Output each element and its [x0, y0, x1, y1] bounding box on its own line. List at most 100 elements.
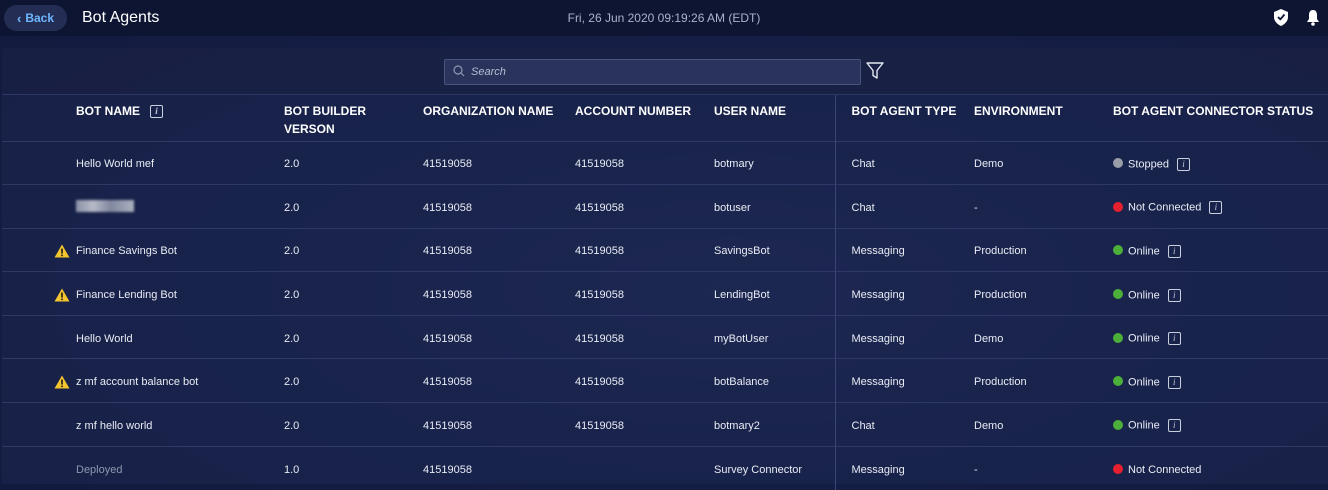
account-cell: 41519058 [575, 315, 714, 359]
column-header-environment[interactable]: ENVIRONMENT [974, 95, 1113, 141]
bot-name-cell[interactable]: Hello World [2, 315, 284, 359]
status-dot [1113, 376, 1123, 386]
shield-icon[interactable] [1274, 9, 1288, 26]
organization-cell: 41519058 [423, 141, 575, 185]
status-dot [1113, 158, 1123, 168]
status-cell: Not Connected [1113, 446, 1328, 490]
search-row [2, 48, 1328, 95]
organization-cell: 41519058 [423, 185, 575, 229]
status-cell: Onlinei [1113, 272, 1328, 316]
bell-icon[interactable] [1306, 9, 1320, 26]
status-label: Online [1128, 289, 1160, 301]
table-row[interactable]: Hello World2.04151905841519058myBotUserM… [2, 315, 1328, 359]
status-dot [1113, 420, 1123, 430]
environment-cell: Demo [974, 141, 1113, 185]
builder-version-cell: 2.0 [284, 359, 423, 403]
info-icon[interactable]: i [1177, 158, 1190, 171]
status-label: Online [1128, 376, 1160, 388]
status-label: Online [1128, 420, 1160, 432]
table-row[interactable]: Finance Savings Bot2.04151905841519058Sa… [2, 228, 1328, 272]
search-box[interactable] [444, 59, 861, 85]
column-label: BOT BUILDER [284, 104, 366, 118]
environment-cell: Production [974, 359, 1113, 403]
agent-type-cell: Chat [835, 185, 974, 229]
column-header-user[interactable]: USER NAME [714, 95, 835, 141]
table-row[interactable]: z mf hello world2.04151905841519058botma… [2, 403, 1328, 447]
table-row[interactable]: Deployed1.041519058Survey ConnectorMessa… [2, 446, 1328, 490]
status-cell: Onlinei [1113, 359, 1328, 403]
column-header-status[interactable]: BOT AGENT CONNECTOR STATUS [1113, 95, 1328, 141]
bot-name-cell[interactable]: z mf account balance bot [2, 359, 284, 403]
user-name-cell: botBalance [714, 359, 835, 403]
status-label: Not Connected [1128, 464, 1201, 476]
bot-name-cell[interactable]: Deployed [2, 446, 284, 490]
status-label: Online [1128, 333, 1160, 345]
organization-cell: 41519058 [423, 272, 575, 316]
account-cell: 41519058 [575, 403, 714, 447]
search-input[interactable] [471, 66, 851, 78]
info-icon[interactable]: i [1168, 245, 1181, 258]
bot-agents-panel: BOT NAMEi BOT BUILDER VERSON ORGANIZATIO… [2, 48, 1328, 484]
account-cell [575, 446, 714, 490]
table-row[interactable]: z mf account balance bot2.04151905841519… [2, 359, 1328, 403]
filter-icon[interactable] [866, 62, 884, 83]
bot-name-cell[interactable] [2, 185, 284, 229]
column-header-bot-name[interactable]: BOT NAMEi [2, 95, 284, 141]
user-name-cell: SavingsBot [714, 228, 835, 272]
status-label: Stopped [1128, 158, 1169, 170]
organization-cell: 41519058 [423, 403, 575, 447]
status-label: Online [1128, 245, 1160, 257]
bot-name: Hello World [76, 333, 133, 345]
agent-type-cell: Chat [835, 403, 974, 447]
column-header-account[interactable]: ACCOUNT NUMBER [575, 95, 714, 141]
status-dot [1113, 202, 1123, 212]
column-header-builder-version[interactable]: BOT BUILDER VERSON [284, 95, 423, 141]
bot-name: Finance Lending Bot [76, 289, 177, 301]
page-title: Bot Agents [82, 9, 159, 27]
chevron-left-icon: ‹ [17, 12, 21, 25]
agent-type-cell: Messaging [835, 228, 974, 272]
status-cell: Stopped i [1113, 141, 1328, 185]
bot-name-cell[interactable]: Finance Lending Bot [2, 272, 284, 316]
current-datetime: Fri, 26 Jun 2020 09:19:26 AM (EDT) [0, 11, 1328, 25]
builder-version-cell: 2.0 [284, 228, 423, 272]
info-icon[interactable]: i [1168, 376, 1181, 389]
user-name-cell: LendingBot [714, 272, 835, 316]
table-header-row: BOT NAMEi BOT BUILDER VERSON ORGANIZATIO… [2, 95, 1328, 141]
info-icon[interactable]: i [1209, 201, 1222, 214]
user-name-cell: botmary [714, 141, 835, 185]
account-cell: 41519058 [575, 228, 714, 272]
bot-name: Deployed [76, 464, 122, 476]
info-icon[interactable]: i [1168, 289, 1181, 302]
info-icon[interactable]: i [1168, 419, 1181, 432]
agent-type-cell: Messaging [835, 272, 974, 316]
agent-type-cell: Messaging [835, 446, 974, 490]
environment-cell: Demo [974, 315, 1113, 359]
table-row[interactable]: 2.04151905841519058botuserChat-Not Conne… [2, 185, 1328, 229]
redacted-bot-name [76, 200, 134, 212]
user-name-cell: Survey Connector [714, 446, 835, 490]
status-label: Not Connected [1128, 202, 1201, 214]
bot-name-cell[interactable]: z mf hello world [2, 403, 284, 447]
table-row[interactable]: Hello World mef2.04151905841519058botmar… [2, 141, 1328, 185]
table-row[interactable]: Finance Lending Bot2.04151905841519058Le… [2, 272, 1328, 316]
top-bar: ‹ Back Bot Agents Fri, 26 Jun 2020 09:19… [0, 0, 1328, 36]
bot-agents-table: BOT NAMEi BOT BUILDER VERSON ORGANIZATIO… [2, 95, 1328, 490]
builder-version-cell: 1.0 [284, 446, 423, 490]
agent-type-cell: Chat [835, 141, 974, 185]
environment-cell: - [974, 185, 1113, 229]
status-dot [1113, 464, 1123, 474]
builder-version-cell: 2.0 [284, 403, 423, 447]
column-header-agent-type[interactable]: BOT AGENT TYPE [835, 95, 974, 141]
info-icon[interactable]: i [150, 105, 163, 118]
organization-cell: 41519058 [423, 359, 575, 403]
info-icon[interactable]: i [1168, 332, 1181, 345]
column-label: VERSON [284, 122, 335, 136]
back-button[interactable]: ‹ Back [4, 5, 67, 31]
column-header-organization[interactable]: ORGANIZATION NAME [423, 95, 575, 141]
status-cell: Not Connected i [1113, 185, 1328, 229]
user-name-cell: myBotUser [714, 315, 835, 359]
bot-name-cell[interactable]: Finance Savings Bot [2, 228, 284, 272]
bot-name: z mf account balance bot [76, 376, 198, 388]
bot-name-cell[interactable]: Hello World mef [2, 141, 284, 185]
